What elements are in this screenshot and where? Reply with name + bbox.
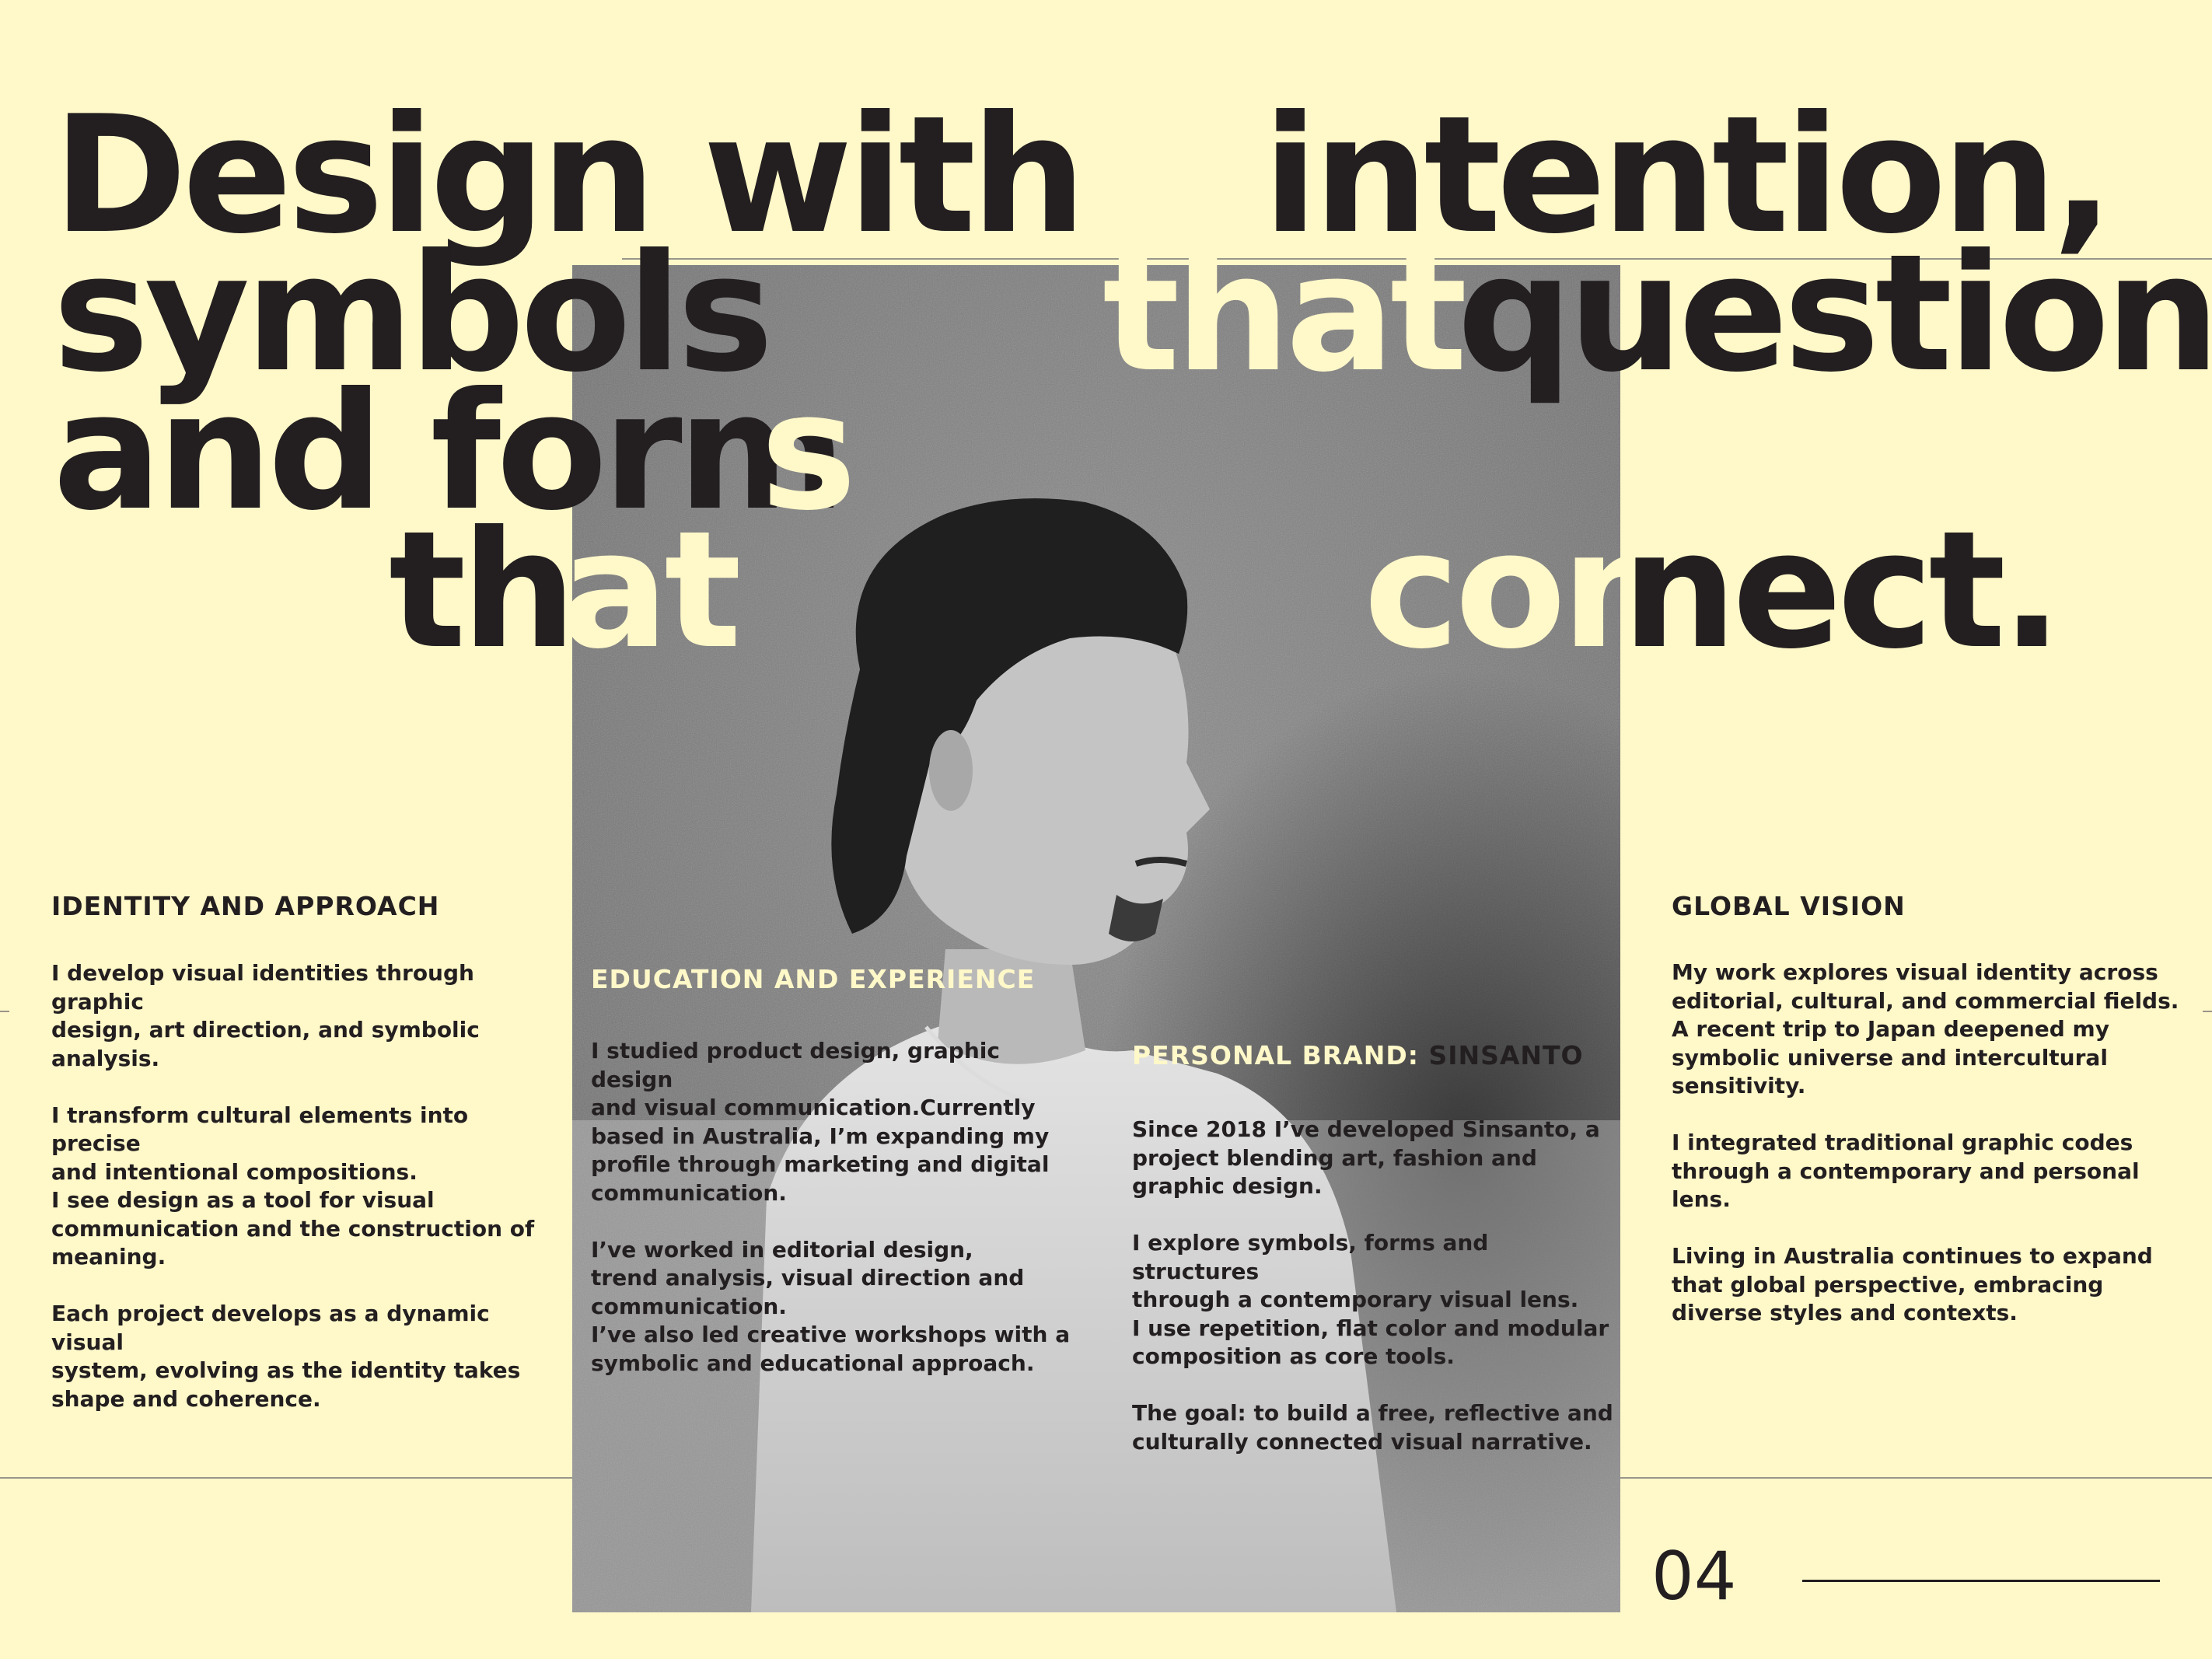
headline-line4-nect: nect. <box>1622 497 2063 685</box>
education-title: EDUCATION AND EXPERIENCE <box>591 964 1036 994</box>
headline-line4-th: th <box>389 497 577 685</box>
identity-title: IDENTITY AND APPROACH <box>51 891 440 921</box>
headline-line2-that: that <box>1103 220 1467 408</box>
education-body: I studied product design, graphic design… <box>591 1038 1071 1376</box>
headline-line4-at: at <box>560 497 742 685</box>
right-edge-tick <box>2203 1011 2212 1012</box>
page-number: 04 <box>1651 1538 1737 1615</box>
brand-body: Since 2018 I’ve developed Sinsanto, a pr… <box>1132 1116 1613 1455</box>
page-number-rule <box>1802 1580 2160 1582</box>
portfolio-page: Design with intention, symbols that ques… <box>0 0 2212 1659</box>
left-edge-tick <box>0 1011 9 1012</box>
brand-title-prefix: PERSONAL BRAND: <box>1132 1040 1429 1070</box>
headline-line3-s: s <box>760 358 857 547</box>
brand-title: PERSONAL BRAND: SINSANTO <box>1132 1040 1584 1070</box>
global-body: My work explores visual identity across … <box>1672 959 2179 1325</box>
identity-body: I develop visual identities through grap… <box>51 960 535 1412</box>
global-title: GLOBAL VISION <box>1672 891 1906 921</box>
headline-line2-question: question <box>1457 220 2212 408</box>
brand-title-name: SINSANTO <box>1428 1040 1584 1070</box>
